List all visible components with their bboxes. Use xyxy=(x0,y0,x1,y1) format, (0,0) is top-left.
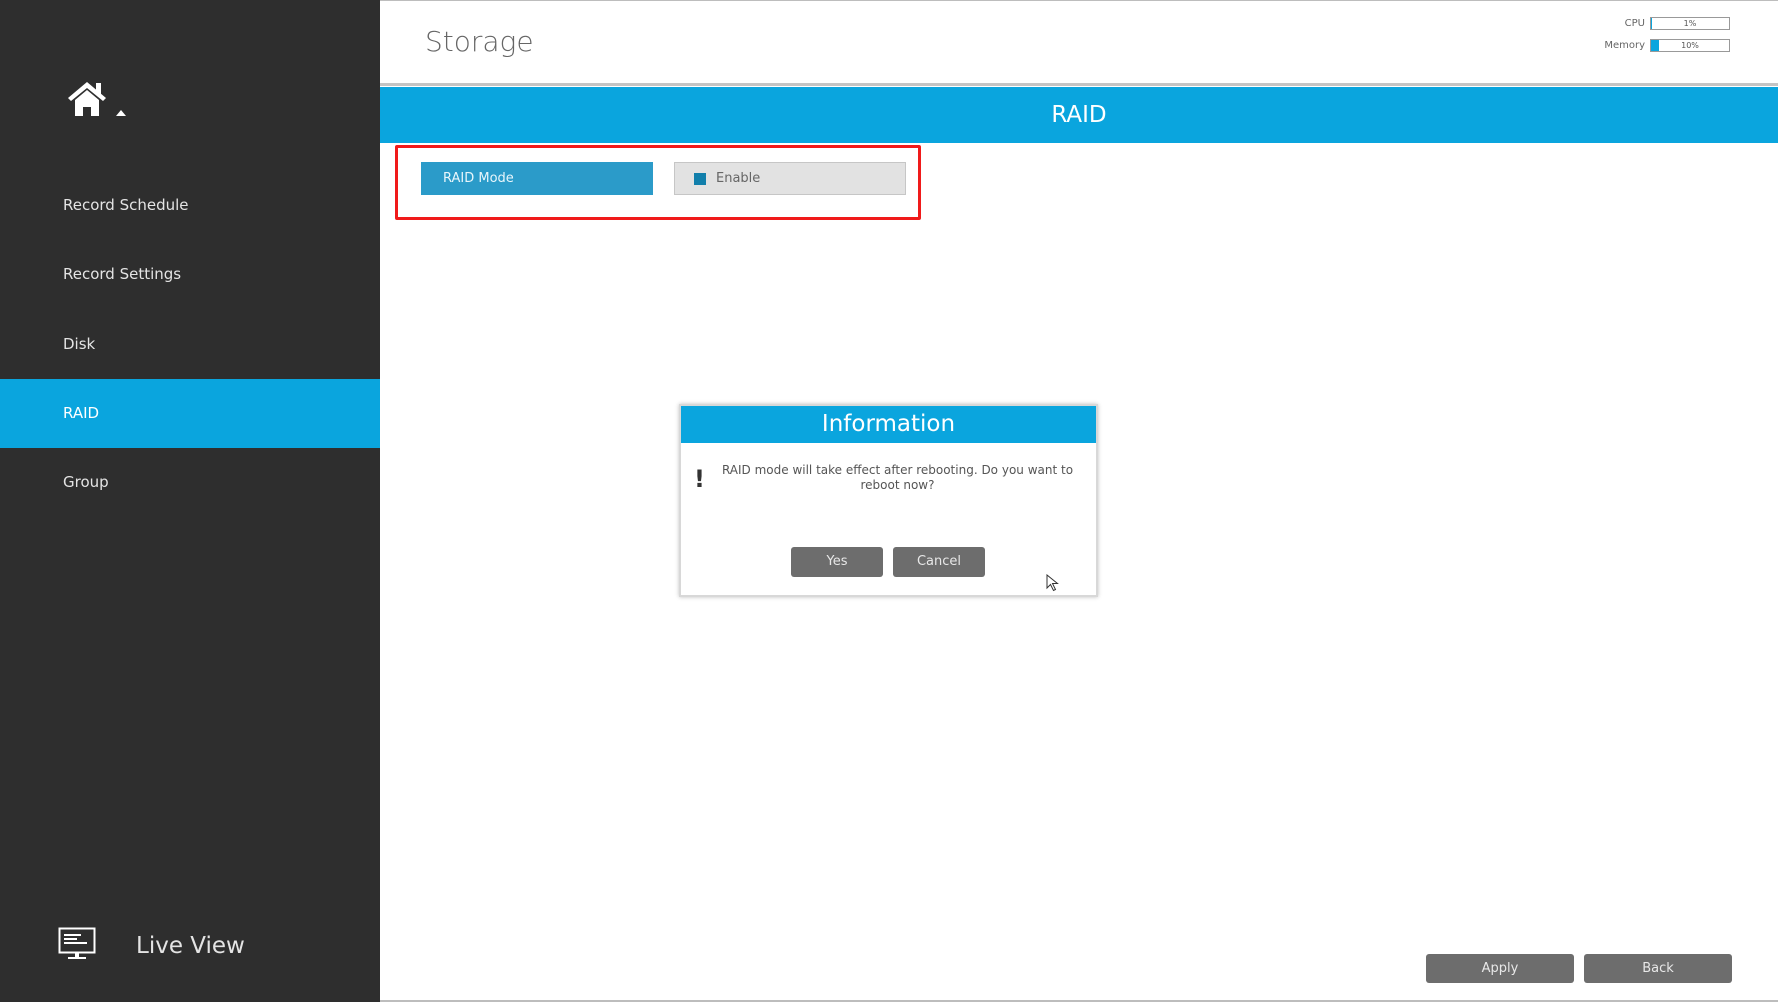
live-view-button[interactable]: Live View xyxy=(58,926,245,966)
sidebar: Record Schedule Record Settings Disk RAI… xyxy=(0,0,380,1002)
memory-value: 10% xyxy=(1681,41,1699,50)
section-banner: RAID xyxy=(380,87,1778,143)
cpu-bar: 1% xyxy=(1650,17,1730,30)
exclamation-icon: ! xyxy=(694,465,705,493)
information-dialog: Information ! RAID mode will take effect… xyxy=(679,404,1098,597)
memory-meter: Memory 10% xyxy=(1599,39,1730,52)
live-view-label: Live View xyxy=(136,933,245,959)
checkbox-checked-icon[interactable] xyxy=(694,172,706,185)
dialog-body: ! RAID mode will take effect after reboo… xyxy=(681,443,1096,513)
sidebar-item-raid[interactable]: RAID xyxy=(0,379,380,448)
dialog-title: Information xyxy=(681,406,1096,443)
monitor-icon xyxy=(58,927,96,965)
raid-mode-enable-checkbox[interactable]: Enable xyxy=(674,162,906,195)
mouse-cursor-icon xyxy=(1046,573,1062,596)
memory-label: Memory xyxy=(1604,40,1645,51)
sidebar-item-group[interactable]: Group xyxy=(0,448,380,517)
enable-label: Enable xyxy=(716,171,761,186)
cpu-label: CPU xyxy=(1624,18,1645,29)
back-button[interactable]: Back xyxy=(1584,954,1732,983)
yes-button[interactable]: Yes xyxy=(791,547,883,577)
page-title: Storage xyxy=(425,25,534,58)
sidebar-item-record-schedule[interactable]: Record Schedule xyxy=(0,171,380,240)
sidebar-item-disk[interactable]: Disk xyxy=(0,310,380,379)
raid-mode-label: RAID Mode xyxy=(421,162,653,195)
dialog-message: RAID mode will take effect after rebooti… xyxy=(721,463,1074,492)
home-icon[interactable] xyxy=(66,78,126,124)
memory-bar: 10% xyxy=(1650,39,1730,52)
cpu-value: 1% xyxy=(1683,19,1697,28)
top-bar: Storage CPU 1% Memory 10% xyxy=(380,0,1778,86)
sidebar-item-record-settings[interactable]: Record Settings xyxy=(0,240,380,309)
apply-button[interactable]: Apply xyxy=(1426,954,1574,983)
cpu-meter: CPU 1% xyxy=(1599,17,1730,30)
cancel-button[interactable]: Cancel xyxy=(893,547,985,577)
